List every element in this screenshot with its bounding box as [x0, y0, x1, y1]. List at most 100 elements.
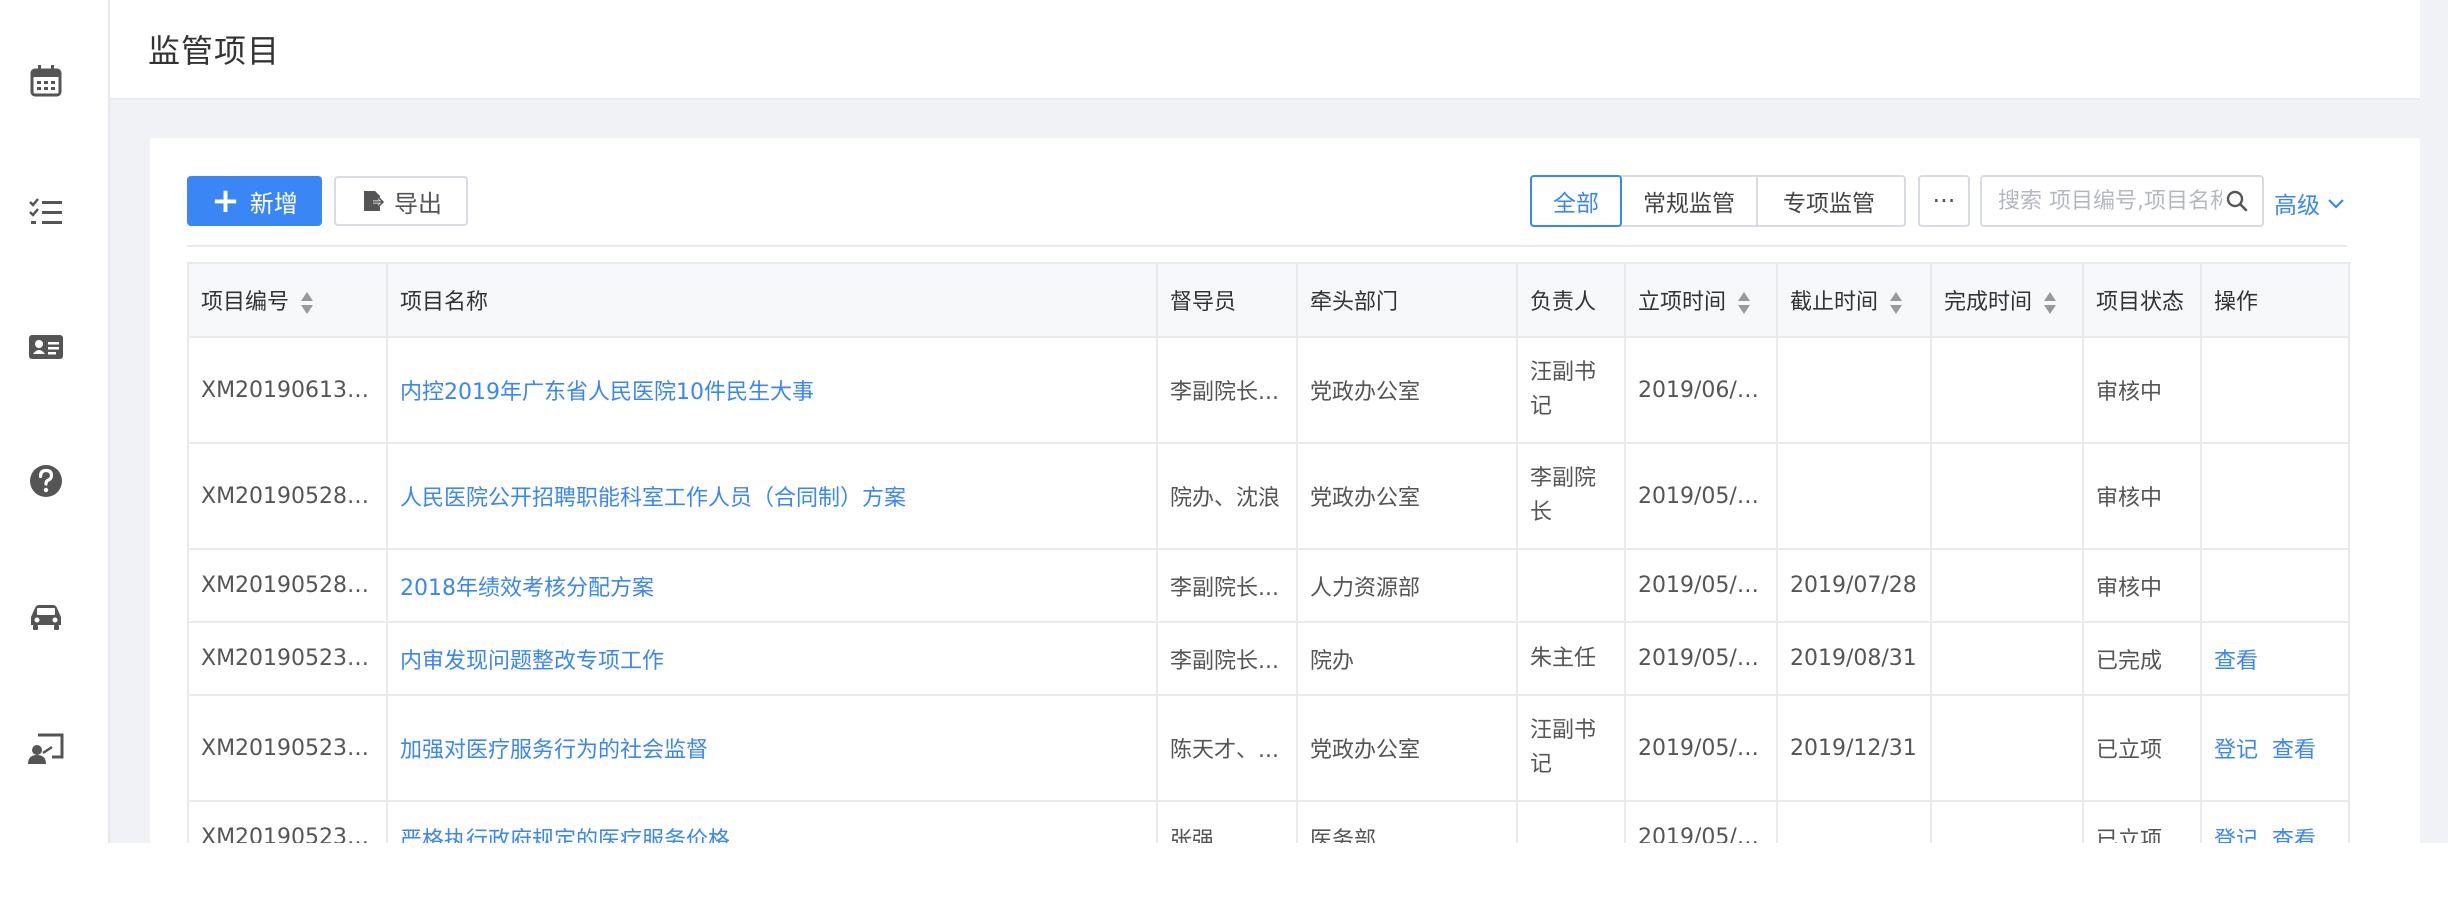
cell-lead-dept: 医务部: [1297, 801, 1518, 843]
blank-area: [0, 843, 2448, 910]
cell-project-id: XM20190528012: [189, 443, 388, 550]
cell-owner: 李副院长: [1517, 443, 1626, 550]
sort-icon[interactable]: [1890, 290, 1903, 316]
advanced-label: 高级: [2274, 193, 2320, 219]
view-link[interactable]: 查看: [2214, 649, 2258, 674]
cell-lead-dept: 党政办公室: [1297, 337, 1518, 444]
cell-finish-date: [1931, 695, 2084, 802]
sort-icon[interactable]: [1738, 290, 1751, 316]
search-box: [1980, 175, 2264, 227]
project-name-link[interactable]: 人民医院公开招聘职能科室工作人员（合同制）方案: [400, 486, 906, 511]
calendar-icon[interactable]: [22, 57, 70, 105]
column-header-project-name: 项目名称: [387, 264, 1158, 338]
cell-supervisor: 张强: [1157, 801, 1298, 843]
tab-all[interactable]: 全部: [1530, 175, 1622, 227]
sort-icon[interactable]: [2044, 290, 2057, 316]
cell-project-id: XM20190613014: [189, 337, 388, 444]
cell-start-date: 2019/05/23: [1625, 695, 1778, 802]
view-link[interactable]: 查看: [2272, 828, 2316, 844]
cell-lead-dept: 党政办公室: [1297, 443, 1518, 550]
cell-finish-date: [1931, 549, 2084, 623]
cell-project-name: 严格执行政府规定的医疗服务价格: [387, 801, 1158, 844]
cell-status: 审核中: [2083, 549, 2202, 623]
question-circle-icon[interactable]: [22, 457, 70, 505]
cell-status: 已立项: [2083, 695, 2202, 802]
cell-status: 审核中: [2083, 337, 2202, 444]
table-row: XM20190523008 加强对医疗服务行为的社会监督 陈天才、... 党政办…: [189, 695, 2350, 802]
cell-lead-dept: 人力资源部: [1297, 549, 1518, 623]
cell-actions: 登记 查看: [2201, 801, 2350, 844]
tab-special-supervision[interactable]: 专项监管: [1756, 177, 1900, 225]
cell-finish-date: [1931, 337, 2084, 444]
project-name-link[interactable]: 严格执行政府规定的医疗服务价格: [400, 828, 730, 844]
sort-icon[interactable]: [301, 290, 314, 316]
cell-deadline: 2019/08/31: [1777, 622, 1932, 696]
cell-status: 已立项: [2083, 801, 2202, 843]
more-button[interactable]: ···: [1918, 175, 1970, 227]
view-link[interactable]: 查看: [2272, 738, 2316, 763]
cell-supervisor: 陈天才、...: [1157, 695, 1298, 802]
advanced-search-toggle[interactable]: 高级: [2274, 186, 2346, 220]
project-name-link[interactable]: 加强对医疗服务行为的社会监督: [400, 738, 708, 763]
cell-deadline: [1777, 801, 1932, 843]
add-button[interactable]: + 新增: [187, 176, 322, 226]
filter-tabs: 全部 常规监管 专项监管: [1530, 175, 1906, 227]
cell-project-id: XM20190528011: [189, 549, 388, 623]
cell-start-date: 2019/05/23: [1625, 622, 1778, 696]
project-name-link[interactable]: 2018年绩效考核分配方案: [400, 576, 654, 601]
column-header-project-id[interactable]: 项目编号: [189, 264, 388, 338]
cell-finish-date: [1931, 443, 2084, 550]
cell-start-date: 2019/05/28: [1625, 443, 1778, 550]
export-button-label: 导出: [394, 189, 442, 218]
cell-deadline: 2019/12/31: [1777, 695, 1932, 802]
cell-supervisor: 李副院长...: [1157, 549, 1298, 623]
cell-owner: [1517, 549, 1626, 623]
table-header-row: 项目编号 项目名称 督导员 牵头部门 负责人 立项时间 截止时间 完成时间 项目…: [189, 264, 2350, 338]
column-header-start-date[interactable]: 立项时间: [1625, 264, 1778, 338]
cell-owner: 朱主任: [1517, 622, 1626, 696]
chevron-down-icon: [2328, 199, 2344, 209]
cell-project-id: XM20190523007: [189, 801, 388, 843]
cell-supervisor: 院办、沈浪: [1157, 443, 1298, 550]
cell-project-id: XM20190523009: [189, 622, 388, 696]
cell-lead-dept: 党政办公室: [1297, 695, 1518, 802]
cell-finish-date: [1931, 622, 2084, 696]
cell-project-name: 2018年绩效考核分配方案: [387, 549, 1158, 623]
cell-project-id: XM20190523008: [189, 695, 388, 802]
table-row: XM20190523007 严格执行政府规定的医疗服务价格 张强 医务部 201…: [189, 801, 2350, 844]
tab-regular-supervision[interactable]: 常规监管: [1620, 177, 1756, 225]
left-sidebar: [0, 0, 110, 843]
export-button[interactable]: 导出: [334, 176, 468, 226]
register-link[interactable]: 登记: [2214, 828, 2258, 844]
presentation-user-icon[interactable]: [22, 725, 70, 773]
cell-deadline: 2019/07/28: [1777, 549, 1932, 623]
cell-project-name: 内控2019年广东省人民医院10件民生大事: [387, 337, 1158, 444]
column-header-supervisor: 督导员: [1157, 264, 1298, 338]
cell-project-name: 加强对医疗服务行为的社会监督: [387, 695, 1158, 802]
page-title: 监管项目: [148, 32, 281, 70]
search-icon[interactable]: [2224, 188, 2250, 214]
page-header: 监管项目: [110, 0, 2420, 100]
column-header-finish-date[interactable]: 完成时间: [1931, 264, 2084, 338]
column-header-deadline[interactable]: 截止时间: [1777, 264, 1932, 338]
car-icon[interactable]: [22, 591, 70, 639]
register-link[interactable]: 登记: [2214, 738, 2258, 763]
cell-deadline: [1777, 443, 1932, 550]
cell-owner: 汪副书记: [1517, 337, 1626, 444]
table-row: XM20190523009 内审发现问题整改专项工作 李副院长... 院办 朱主…: [189, 622, 2350, 696]
project-table: 项目编号 项目名称 督导员 牵头部门 负责人 立项时间 截止时间 完成时间 项目…: [189, 264, 2350, 843]
plus-icon: +: [211, 181, 240, 221]
add-button-label: 新增: [249, 189, 298, 218]
table-row: XM20190613014 内控2019年广东省人民医院10件民生大事 李副院长…: [189, 337, 2350, 444]
search-input[interactable]: [1996, 187, 2224, 215]
id-card-icon[interactable]: [22, 323, 70, 371]
project-list-card: + 新增 导出 全部 常规监管 专项监管 ··· 高级: [150, 138, 2420, 843]
column-header-actions: 操作: [2201, 264, 2350, 338]
cell-start-date: 2019/05/23: [1625, 801, 1778, 843]
project-name-link[interactable]: 内审发现问题整改专项工作: [400, 649, 664, 674]
column-header-lead-dept: 牵头部门: [1297, 264, 1518, 338]
checklist-icon[interactable]: [22, 189, 70, 237]
app-frame: 监管项目 + 新增 导出 全部 常规监管 专项监管 ··· 高级: [0, 0, 2448, 843]
project-name-link[interactable]: 内控2019年广东省人民医院10件民生大事: [400, 380, 814, 405]
cell-start-date: 2019/05/28: [1625, 549, 1778, 623]
